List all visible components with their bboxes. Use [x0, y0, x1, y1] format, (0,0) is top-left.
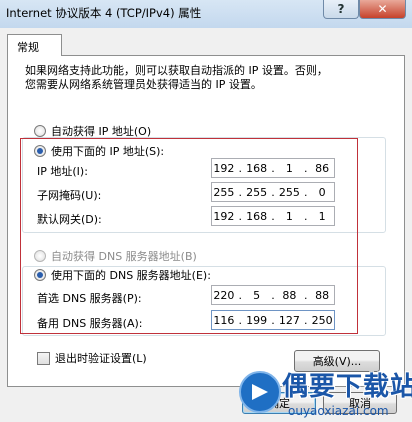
subnet-mask-label: 子网掩码(U):: [37, 189, 102, 202]
radio-auto-ip-label: 自动获得 IP 地址(O): [51, 125, 152, 138]
ip-octet: 192: [213, 161, 235, 175]
ip-octet: 250: [311, 313, 333, 327]
alternate-dns-input[interactable]: 116. 199. 127. 250: [211, 310, 335, 330]
radio-indicator-selected: [34, 145, 46, 157]
ip-octet: 1: [318, 209, 326, 223]
radio-indicator: [34, 125, 46, 137]
validate-on-exit-checkbox[interactable]: 退出时验证设置(L): [37, 350, 147, 366]
preferred-dns-input[interactable]: 220. 5. 88. 88: [211, 285, 335, 305]
ip-octet: 0: [318, 185, 326, 199]
ip-address-label: IP 地址(I):: [37, 165, 88, 178]
cancel-button-label: 取消: [349, 397, 371, 410]
ok-button-label: 确定: [268, 397, 290, 410]
ip-octet: 88: [315, 288, 330, 302]
alternate-dns-label: 备用 DNS 服务器(A):: [37, 317, 143, 330]
ip-octet: 86: [315, 161, 330, 175]
ip-octet: 88: [282, 288, 297, 302]
gateway-input[interactable]: 192. 168. 1. 1: [211, 206, 335, 226]
description-line-1: 如果网络支持此功能，则可以获取自动指派的 IP 设置。否则，: [25, 64, 328, 77]
ip-address-input[interactable]: 192. 168. 1. 86: [211, 158, 335, 178]
window-title: Internet 协议版本 4 (TCP/IPv4) 属性: [6, 6, 202, 20]
ip-octet: 127: [278, 313, 300, 327]
description-text: 如果网络支持此功能，则可以获取自动指派的 IP 设置。否则， 您需要从网络系统管…: [25, 64, 375, 92]
radio-indicator: [34, 250, 46, 262]
help-icon: ?: [337, 2, 345, 16]
preferred-dns-label: 首选 DNS 服务器(P):: [37, 292, 142, 305]
close-button[interactable]: ✕: [359, 0, 406, 19]
ok-button[interactable]: 确定: [242, 392, 316, 414]
close-icon: ✕: [377, 2, 388, 16]
radio-manual-ip[interactable]: 使用下面的 IP 地址(S):: [34, 143, 164, 159]
radio-indicator-selected: [34, 269, 46, 281]
ip-octet: 255: [246, 185, 268, 199]
ip-octet: 1: [285, 209, 293, 223]
title-bar: Internet 协议版本 4 (TCP/IPv4) 属性 ? ✕: [0, 0, 412, 28]
tab-general[interactable]: 常规: [7, 34, 62, 56]
radio-auto-dns-label: 自动获得 DNS 服务器地址(B): [51, 250, 197, 263]
radio-manual-ip-label: 使用下面的 IP 地址(S):: [51, 145, 165, 158]
cancel-button[interactable]: 取消: [323, 392, 397, 414]
radio-manual-dns[interactable]: 使用下面的 DNS 服务器地址(E):: [34, 267, 211, 283]
advanced-button-label: 高级(V)...: [312, 355, 362, 368]
ip-octet: 1: [285, 161, 293, 175]
radio-manual-dns-label: 使用下面的 DNS 服务器地址(E):: [51, 269, 211, 282]
subnet-mask-input[interactable]: 255. 255. 255. 0: [211, 182, 335, 202]
advanced-button[interactable]: 高级(V)...: [294, 350, 380, 372]
tab-general-label: 常规: [17, 41, 39, 54]
ip-octet: 116: [213, 313, 235, 327]
gateway-label: 默认网关(D):: [37, 213, 102, 226]
ip-octet: 199: [246, 313, 268, 327]
ip-octet: 220: [213, 288, 235, 302]
ip-octet: 255: [278, 185, 300, 199]
radio-auto-ip[interactable]: 自动获得 IP 地址(O): [34, 123, 151, 139]
ip-octet: 168: [246, 161, 268, 175]
ip-octet: 255: [213, 185, 235, 199]
validate-on-exit-label: 退出时验证设置(L): [55, 352, 147, 365]
ip-octet: 168: [246, 209, 268, 223]
checkbox-indicator: [37, 351, 50, 365]
ip-octet: 192: [213, 209, 235, 223]
radio-auto-dns[interactable]: 自动获得 DNS 服务器地址(B): [34, 248, 197, 264]
help-button[interactable]: ?: [323, 0, 359, 19]
ip-octet: 5: [253, 288, 261, 302]
description-line-2: 您需要从网络系统管理员处获得适当的 IP 设置。: [25, 78, 262, 91]
